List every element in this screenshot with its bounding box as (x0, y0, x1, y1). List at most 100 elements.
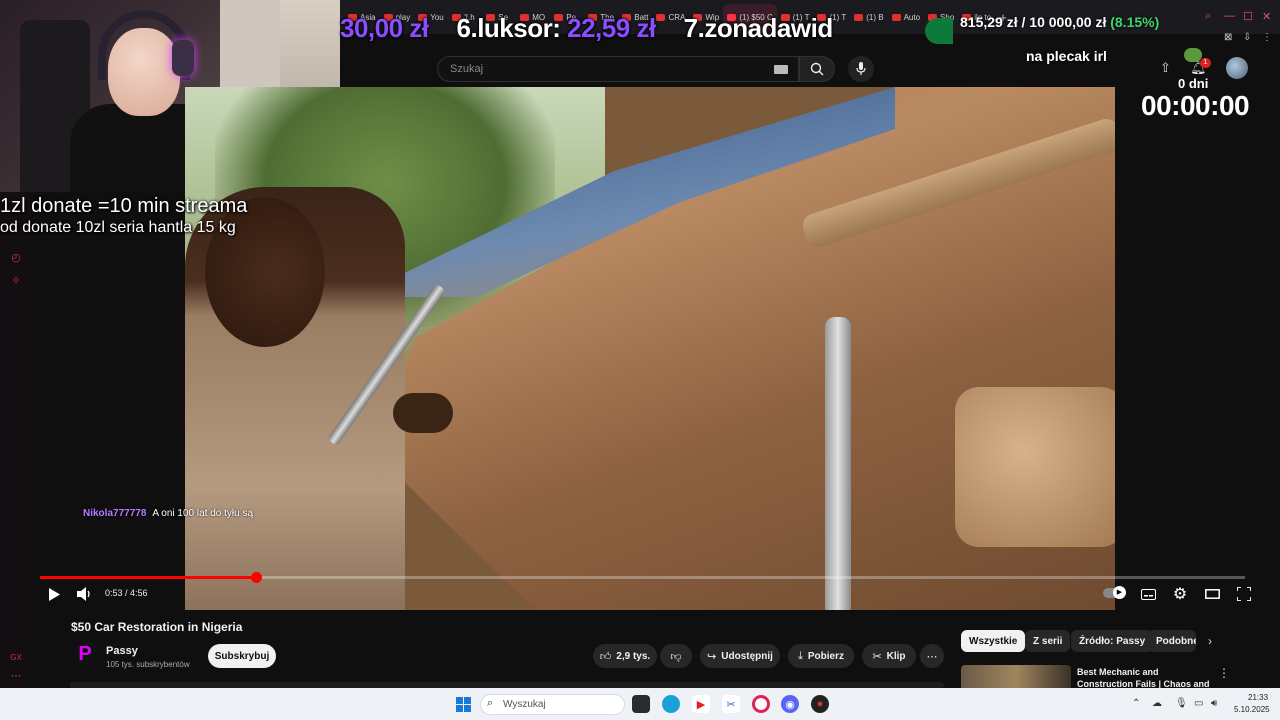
download-label: Pobierz (807, 650, 844, 662)
progress-scrubber[interactable] (251, 572, 262, 583)
subscribe-button[interactable]: Subskrybuj (208, 644, 276, 668)
chip-all[interactable]: Wszystkie (961, 630, 1026, 652)
channel-name[interactable]: Passy (106, 645, 138, 657)
browser-search-icon[interactable]: ⌕ (1205, 10, 1211, 23)
dislike-button[interactable]: 👎︎ (660, 644, 692, 668)
search-input[interactable]: Szukaj (437, 56, 799, 82)
like-button[interactable]: 👍︎ 2,9 tys. (593, 644, 657, 668)
gx-logo-icon[interactable]: GX (10, 652, 22, 664)
youtube-app-icon[interactable]: ▶ (692, 695, 710, 713)
donation-goal-label: na plecak irl (1026, 48, 1107, 64)
share-icon: ↪ (707, 650, 717, 663)
recommendation-menu-icon[interactable]: ⋮ (1218, 666, 1230, 680)
chip-related[interactable]: Podobne (1148, 630, 1196, 652)
speaker-icon[interactable]: 🔊︎ (1211, 698, 1217, 709)
play-icon (49, 587, 60, 601)
opera-gx-icon[interactable] (752, 695, 770, 713)
edge-icon[interactable] (662, 695, 680, 713)
subscriber-count: 105 tys. subskrybentów (106, 660, 190, 669)
subtitles-button[interactable] (1140, 587, 1156, 601)
progress-played (40, 576, 256, 579)
donation-goal: / 10 000,00 zł (1021, 14, 1107, 30)
gear-icon: ⚙ (1172, 586, 1188, 603)
microphone-icon (856, 62, 866, 75)
share-label: Udostępnij (721, 650, 773, 662)
ticker-value: 22,59 zł (567, 12, 656, 43)
download-icon: ⤓ (798, 649, 803, 662)
sidebar-history-icon[interactable]: ◴ (10, 252, 22, 264)
download-icon[interactable]: ⇩ (1243, 32, 1251, 43)
keyboard-icon[interactable] (774, 65, 788, 74)
network-icon[interactable]: ▭ (1194, 698, 1203, 709)
discord-icon[interactable]: ◉ (781, 695, 799, 713)
menu-icon[interactable]: ⋮ (1262, 32, 1272, 43)
maximize-icon[interactable]: ☐ (1243, 10, 1253, 23)
close-icon[interactable]: ✕ (1262, 10, 1271, 23)
ticker-name: luksor: (477, 12, 561, 43)
donation-current: 815,29 zł (960, 14, 1018, 30)
tray-chevron-up-icon[interactable]: ⌃ (1132, 698, 1140, 709)
sidebar-more-icon[interactable]: ⋯ (10, 670, 22, 682)
stream-rule-text: od donate 10zl seria hantla 15 kg (0, 219, 236, 236)
share-button[interactable]: ↪ Udostępnij (700, 644, 780, 668)
ticker-item: 7.zonadawid (684, 12, 834, 44)
microphone-tray-icon[interactable]: 🎙︎ (1175, 698, 1188, 709)
play-button[interactable] (46, 586, 62, 602)
settings-button[interactable]: ⚙ (1172, 586, 1188, 603)
taskbar-search-input[interactable]: Wyszukaj (480, 694, 625, 715)
more-actions-button[interactable]: ⋯ (920, 644, 944, 668)
task-view-icon[interactable] (632, 695, 650, 713)
chat-message: Nikola777778 A oni 100 lat do tyłu są (83, 508, 253, 519)
fullscreen-button[interactable] (1236, 586, 1252, 602)
autoplay-play-icon: ▶ (1113, 586, 1126, 599)
chip-source[interactable]: Źródło: Passy (1071, 630, 1154, 652)
video-title: $50 Car Restoration in Nigeria (71, 620, 243, 634)
search-button[interactable] (799, 56, 835, 82)
more-icon: ⋯ (926, 650, 938, 663)
channel-avatar[interactable]: P (74, 643, 96, 665)
time-display: 0:53 / 4:56 (105, 588, 148, 598)
chat-text: A oni 100 lat do tyłu są (152, 508, 254, 519)
clock-time[interactable]: 21:33 (1248, 693, 1268, 702)
ticker-item: 6.luksor: 22,59 zł (457, 12, 657, 44)
like-count: 2,9 tys. (616, 650, 651, 662)
thumbs-down-icon: 👎︎ (670, 650, 682, 663)
account-avatar[interactable] (1226, 57, 1248, 79)
autoplay-toggle[interactable]: ▶ (1103, 586, 1126, 599)
chat-username: Nikola777778 (83, 508, 147, 519)
snipping-tool-icon[interactable]: ✂ (722, 695, 740, 713)
stream-rule-text: 1zl donate =10 min streama (0, 195, 248, 217)
volume-button[interactable] (76, 586, 94, 602)
minimize-icon[interactable]: — (1224, 10, 1235, 22)
recommendation-title[interactable]: Best Mechanic and Construction Fails | C… (1077, 666, 1217, 688)
clip-label: Klip (886, 650, 906, 662)
fullscreen-icon (1237, 587, 1251, 601)
download-button[interactable]: ⤓ Pobierz (788, 644, 854, 668)
browser-sidebar: ◴ ✧ GX ⋯ (0, 192, 30, 688)
voice-search-button[interactable] (848, 56, 874, 82)
subtitles-icon (1140, 588, 1156, 600)
cloud-icon[interactable]: ☁ (1152, 698, 1162, 709)
taskbar-search-placeholder: Wyszukaj (503, 699, 546, 710)
recommendation-thumbnail[interactable] (961, 665, 1071, 688)
clip-button[interactable]: ✂ Klip (862, 644, 916, 668)
tab-action-icon[interactable]: ⊠ (1224, 32, 1232, 43)
clock-date[interactable]: 5.10.2025 (1234, 705, 1270, 714)
chevron-right-icon[interactable]: › (1208, 634, 1212, 648)
scissors-icon: ✂ (872, 650, 882, 663)
thumbs-up-icon: 👍︎ (599, 650, 612, 663)
donation-goal-progress (925, 18, 953, 44)
chip-series[interactable]: Z serii (1025, 630, 1071, 652)
windows-start-icon[interactable] (454, 695, 472, 713)
sidebar-extensions-icon[interactable]: ✧ (10, 275, 22, 287)
video-frame[interactable] (185, 87, 1115, 610)
notification-badge: 1 (1200, 58, 1211, 68)
subathon-timer: 00:00:00 (1141, 90, 1250, 121)
upload-icon[interactable]: ⇧ (1160, 60, 1174, 76)
ticker-name: zonadawid (704, 12, 833, 43)
app-icon[interactable]: ● (811, 695, 829, 713)
search-icon (810, 62, 824, 76)
theater-mode-button[interactable] (1204, 587, 1220, 601)
ticker-item: 30,00 zł (340, 13, 429, 44)
subathon-days: 0 dni (1178, 76, 1209, 91)
